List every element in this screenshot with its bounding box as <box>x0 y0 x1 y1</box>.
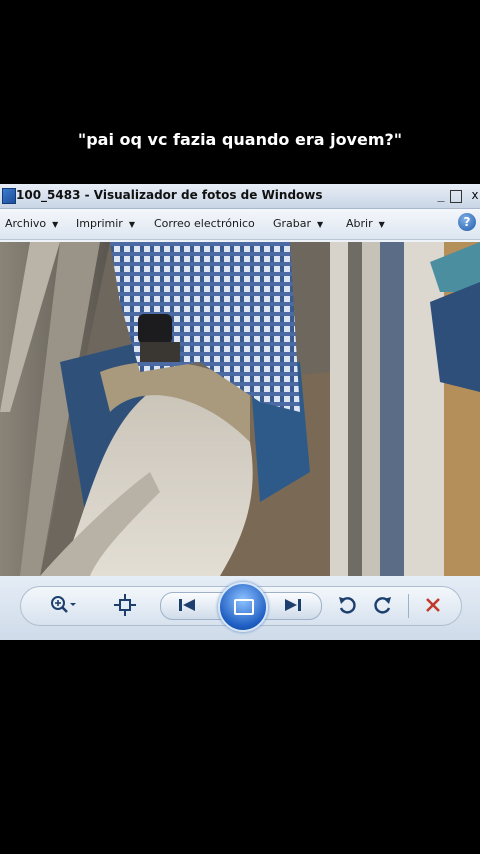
menu-archivo-label: Archivo <box>5 217 47 230</box>
viewer-toolbar <box>0 576 480 640</box>
minimize-button[interactable]: _ <box>434 188 448 202</box>
chevron-down-icon: ▼ <box>317 220 324 229</box>
rotate-right-icon[interactable] <box>368 586 398 624</box>
delete-icon[interactable] <box>418 586 448 624</box>
window-title: 100_5483 - Visualizador de fotos de Wind… <box>16 188 323 202</box>
previous-icon[interactable] <box>172 586 202 624</box>
slideshow-icon[interactable] <box>218 582 268 632</box>
zoom-icon[interactable] <box>48 586 78 624</box>
menu-imprimir[interactable]: Imprimir ▼ <box>76 217 135 230</box>
menu-correo-label: Correo electrónico <box>154 217 255 230</box>
actual-size-icon[interactable] <box>110 586 140 624</box>
menu-bar: Archivo ▼ Imprimir ▼ Correo electrónico Gr… <box>0 209 480 240</box>
help-icon[interactable]: ? <box>458 213 476 231</box>
maximize-button[interactable] <box>450 190 462 203</box>
toolbar-divider <box>408 594 409 618</box>
rotate-left-icon[interactable] <box>332 586 362 624</box>
close-button[interactable]: x <box>468 188 480 202</box>
photo-viewer-window: 100_5483 - Visualizador de fotos de Wind… <box>0 184 480 640</box>
slideshow-screen-glyph <box>234 599 254 615</box>
menu-abrir[interactable]: Abrir ▼ <box>346 217 385 230</box>
menu-grabar[interactable]: Grabar ▼ <box>273 217 323 230</box>
menu-imprimir-label: Imprimir <box>76 217 123 230</box>
menu-correo[interactable]: Correo electrónico <box>154 217 255 230</box>
chevron-down-icon: ▼ <box>52 220 59 229</box>
menu-archivo[interactable]: Archivo ▼ <box>5 217 58 230</box>
chevron-down-icon: ▼ <box>128 220 135 229</box>
menu-abrir-label: Abrir <box>346 217 373 230</box>
next-icon[interactable] <box>278 586 308 624</box>
app-icon <box>2 188 16 204</box>
rider-photo-image <box>0 242 480 576</box>
caption-text: "pai oq vc fazia quando era jovem?" <box>77 130 403 149</box>
photo-canvas <box>0 242 480 576</box>
title-bar[interactable]: 100_5483 - Visualizador de fotos de Wind… <box>0 184 480 209</box>
chevron-down-icon: ▼ <box>378 220 385 229</box>
menu-grabar-label: Grabar <box>273 217 312 230</box>
